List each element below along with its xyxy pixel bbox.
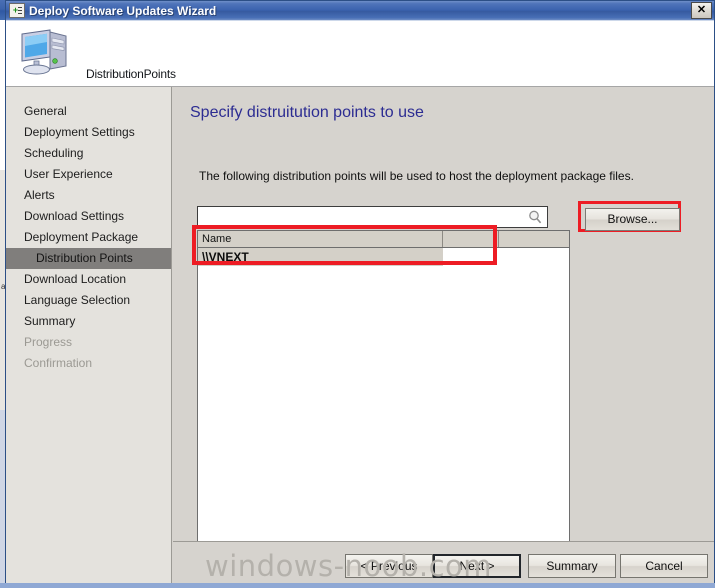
search-field-container[interactable] — [197, 206, 548, 228]
window-title: Deploy Software Updates Wizard — [29, 3, 217, 18]
column-header-blank1[interactable] — [443, 231, 499, 247]
sidebar-item-download-location[interactable]: Download Location — [6, 269, 171, 290]
titlebar: + Deploy Software Updates Wizard ✕ — [6, 1, 714, 21]
banner-title: DistributionPoints — [86, 67, 176, 81]
browse-button[interactable]: Browse... — [585, 208, 680, 231]
cell-name: \\VNEXT — [198, 248, 443, 266]
sidebar-item-scheduling[interactable]: Scheduling — [6, 143, 171, 164]
sidebar-item-progress: Progress — [24, 335, 73, 349]
next-button[interactable]: Next > — [433, 554, 521, 578]
sidebar-item-summary[interactable]: Summary — [6, 311, 171, 332]
column-header-name[interactable]: Name — [198, 231, 443, 247]
sidebar-item-confirmation: Confirmation — [24, 356, 93, 370]
sidebar-item-download-settings[interactable]: Download Settings — [6, 206, 171, 227]
sidebar-item-user-experience[interactable]: User Experience — [6, 164, 171, 185]
wizard-step-sidebar: General Deployment Settings Scheduling U… — [6, 87, 172, 587]
sidebar-item-general[interactable]: General — [6, 101, 171, 122]
wizard-icon: + — [9, 3, 25, 18]
close-icon[interactable]: ✕ — [691, 2, 712, 19]
wizard-banner: DistributionPoints — [6, 21, 714, 87]
sidebar-item-deployment-package[interactable]: Deployment Package — [6, 227, 171, 248]
distribution-points-list[interactable]: Name \\VNEXT — [197, 230, 570, 559]
cancel-button[interactable]: Cancel — [620, 554, 708, 578]
sidebar-item-distribution-points[interactable]: Distribution Points — [6, 248, 171, 269]
computer-icon — [19, 28, 71, 78]
wizard-page-content: Specify distruitution points to use The … — [173, 87, 714, 583]
page-description: The following distribution points will b… — [199, 169, 634, 183]
page-title: Specify distruitution points to use — [190, 104, 424, 121]
browse-button-annotation: Browse... — [578, 201, 681, 232]
deploy-software-updates-wizard: + Deploy Software Updates Wizard ✕ Distr… — [5, 0, 715, 588]
sidebar-item-alerts[interactable]: Alerts — [6, 185, 171, 206]
wizard-button-bar: < Previous Next > Summary Cancel — [173, 541, 714, 587]
sidebar-item-language-selection[interactable]: Language Selection — [6, 290, 171, 311]
search-icon[interactable] — [528, 210, 542, 224]
wizard-window-root: a + Deploy Software Updates Wizard ✕ Dis… — [0, 0, 715, 588]
desktop-edge — [0, 583, 715, 588]
column-header-blank2[interactable] — [499, 231, 569, 247]
summary-button[interactable]: Summary — [528, 554, 616, 578]
list-header-row: Name — [198, 231, 569, 248]
table-row[interactable]: \\VNEXT — [198, 248, 569, 266]
search-input[interactable] — [201, 209, 521, 225]
sidebar-item-deployment-settings[interactable]: Deployment Settings — [6, 122, 171, 143]
previous-button[interactable]: < Previous — [345, 554, 433, 578]
